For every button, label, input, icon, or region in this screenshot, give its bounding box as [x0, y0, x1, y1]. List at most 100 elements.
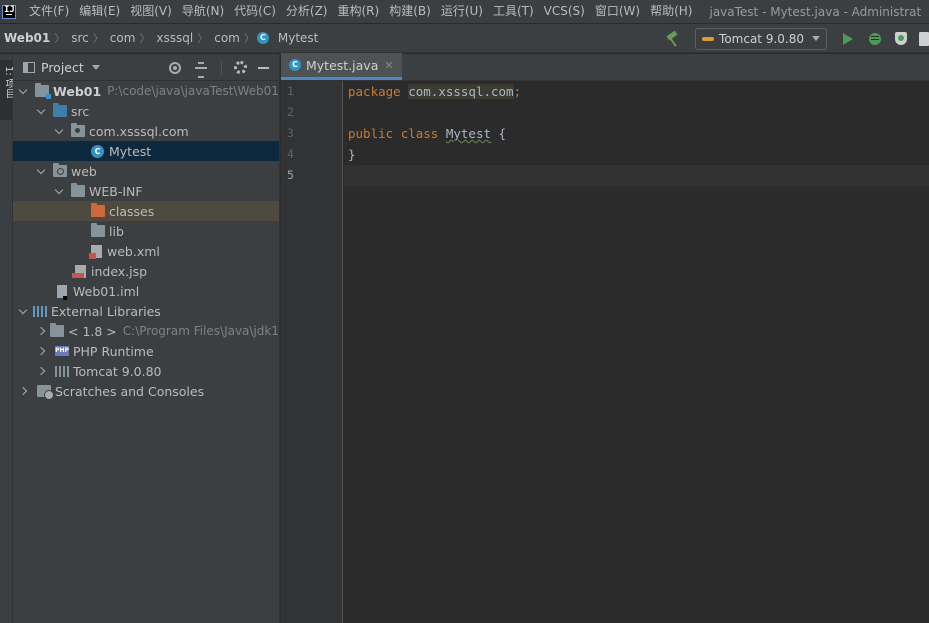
close-brace: }	[348, 147, 356, 162]
intellij-logo-icon: IJ	[2, 4, 16, 19]
tree-item-package[interactable]: com.xsssql.com	[13, 121, 279, 141]
breadcrumb-mytest[interactable]: Mytest	[274, 31, 321, 45]
tree-item-index-jsp[interactable]: index.jsp	[13, 261, 279, 281]
breadcrumb-separator-icon: 〉	[139, 32, 151, 45]
line-number: 5	[287, 168, 294, 182]
menu-help[interactable]: 帮助(H)	[645, 0, 697, 23]
collapsed-arrow-icon[interactable]	[37, 321, 44, 341]
breadcrumb-xsssql[interactable]: xsssql	[152, 31, 195, 45]
expand-arrow-icon[interactable]	[35, 101, 47, 121]
tree-item-tomcat[interactable]: Tomcat 9.0.80	[13, 361, 279, 381]
debug-bug-icon[interactable]	[869, 32, 881, 45]
breadcrumb-separator-icon: 〉	[197, 32, 209, 45]
collapsed-arrow-icon[interactable]	[37, 361, 49, 381]
minimize-icon[interactable]	[258, 66, 269, 69]
package-icon	[71, 123, 85, 137]
tree-item-mytest[interactable]: C Mytest	[13, 141, 279, 161]
breadcrumb-com[interactable]: com	[106, 31, 138, 45]
menu-view[interactable]: 视图(V)	[125, 0, 177, 23]
menu-vcs[interactable]: VCS(S)	[539, 0, 590, 23]
code-line-current[interactable]	[344, 165, 929, 186]
chevron-down-icon[interactable]	[91, 64, 100, 70]
menu-refactor[interactable]: 重构(R)	[333, 0, 385, 23]
window-title: javaTest - Mytest.java - Administrat	[709, 4, 922, 19]
breadcrumb-com-2[interactable]: com	[210, 31, 242, 45]
build-hammer-icon[interactable]	[665, 31, 681, 47]
toolbar-actions: Tomcat 9.0.80	[665, 24, 929, 53]
breadcrumb-project[interactable]: Web01	[0, 31, 52, 45]
project-panel-tools	[162, 54, 273, 81]
run-with-coverage-icon[interactable]	[895, 32, 907, 45]
tree-item-jdk[interactable]: < 1.8 > C:\Program Files\Java\jdk1	[13, 321, 279, 341]
tree-item-web-xml[interactable]: web.xml	[13, 241, 279, 261]
tree-item-label: PHP Runtime	[73, 343, 154, 359]
more-actions-icon[interactable]	[919, 31, 929, 46]
menu-code[interactable]: 代码(C)	[229, 0, 281, 23]
tree-item-path: P:\code\java\javaTest\Web01	[107, 84, 279, 98]
tree-item-web[interactable]: web	[13, 161, 279, 181]
menu-tools[interactable]: 工具(T)	[488, 0, 539, 23]
expand-arrow-icon[interactable]	[53, 181, 65, 201]
menu-run[interactable]: 运行(U)	[436, 0, 488, 23]
project-view-selector[interactable]: Project	[41, 60, 84, 75]
excluded-folder-icon	[91, 203, 105, 217]
menu-edit[interactable]: 编辑(E)	[74, 0, 125, 23]
expand-arrow-icon[interactable]	[53, 121, 65, 141]
run-configuration-select[interactable]: Tomcat 9.0.80	[695, 27, 827, 50]
code-line[interactable]: }	[344, 144, 929, 165]
tree-item-external-libraries[interactable]: External Libraries	[13, 301, 279, 321]
tree-item-label: External Libraries	[51, 303, 161, 319]
tree-item-web01[interactable]: Web01 P:\code\java\javaTest\Web01	[13, 81, 279, 101]
open-brace: {	[498, 126, 507, 141]
line-number: 2	[287, 105, 294, 119]
left-tool-stripe: 1: 项目	[0, 54, 14, 623]
close-icon[interactable]: ✕	[384, 59, 393, 72]
expand-arrow-icon[interactable]	[17, 301, 29, 321]
run-icon[interactable]	[843, 32, 853, 45]
java-class-icon: C	[256, 32, 269, 44]
tree-item-php-runtime[interactable]: PHP PHP Runtime	[13, 341, 279, 361]
jdk-folder-icon	[50, 323, 64, 337]
package-name: com.xsssql.com	[408, 84, 514, 99]
code-line[interactable]: public class Mytest {	[344, 123, 929, 144]
tree-item-iml[interactable]: Web01.iml	[13, 281, 279, 301]
navigation-bar: Web01 〉 src 〉 com 〉 xsssql 〉 com 〉 C Myt…	[0, 24, 929, 53]
project-tool-tab[interactable]: 1: 项目	[0, 60, 14, 120]
collapse-all-icon[interactable]	[195, 61, 207, 78]
scratches-icon	[37, 385, 54, 400]
menu-window[interactable]: 窗口(W)	[590, 0, 645, 23]
collapsed-arrow-icon[interactable]	[37, 341, 49, 361]
tree-item-classes[interactable]: classes	[13, 201, 279, 221]
menu-file[interactable]: 文件(F)	[24, 0, 74, 23]
expand-arrow-icon[interactable]	[35, 161, 47, 181]
tab-label: Mytest.java	[306, 57, 379, 73]
folder-icon	[71, 183, 85, 197]
tree-item-src[interactable]: src	[13, 101, 279, 121]
menu-bar: IJ 文件(F) 编辑(E) 视图(V) 导航(N) 代码(C) 分析(Z) 重…	[0, 0, 929, 23]
code-area[interactable]: package com.xsssql.com; public class Myt…	[344, 81, 929, 623]
tree-item-label: Scratches and Consoles	[55, 383, 205, 399]
tree-item-lib[interactable]: lib	[13, 221, 279, 241]
iml-file-icon	[57, 284, 67, 300]
tab-mytest-java[interactable]: C Mytest.java ✕	[281, 53, 402, 80]
expand-arrow-icon[interactable]	[17, 81, 29, 101]
php-icon: PHP	[55, 346, 69, 356]
tree-item-scratches[interactable]: Scratches and Consoles	[13, 381, 279, 401]
line-number: 4	[287, 147, 294, 161]
jsp-file-icon	[72, 264, 86, 278]
tree-item-label: com.xsssql.com	[89, 123, 189, 139]
code-line[interactable]: package com.xsssql.com;	[344, 81, 929, 102]
breadcrumb-separator-icon: 〉	[54, 32, 66, 45]
locate-file-icon[interactable]	[169, 61, 181, 74]
code-line[interactable]	[344, 102, 929, 123]
menu-analyze[interactable]: 分析(Z)	[281, 0, 333, 23]
breadcrumb-src[interactable]: src	[67, 31, 91, 45]
tomcat-icon	[702, 34, 715, 44]
collapsed-arrow-icon[interactable]	[19, 381, 31, 401]
menu-navigate[interactable]: 导航(N)	[177, 0, 229, 23]
tree-item-web-inf[interactable]: WEB-INF	[13, 181, 279, 201]
tree-item-label: web	[71, 163, 97, 179]
tree-item-label: Tomcat 9.0.80	[73, 363, 162, 379]
gear-icon[interactable]	[234, 61, 247, 74]
menu-build[interactable]: 构建(B)	[384, 0, 436, 23]
